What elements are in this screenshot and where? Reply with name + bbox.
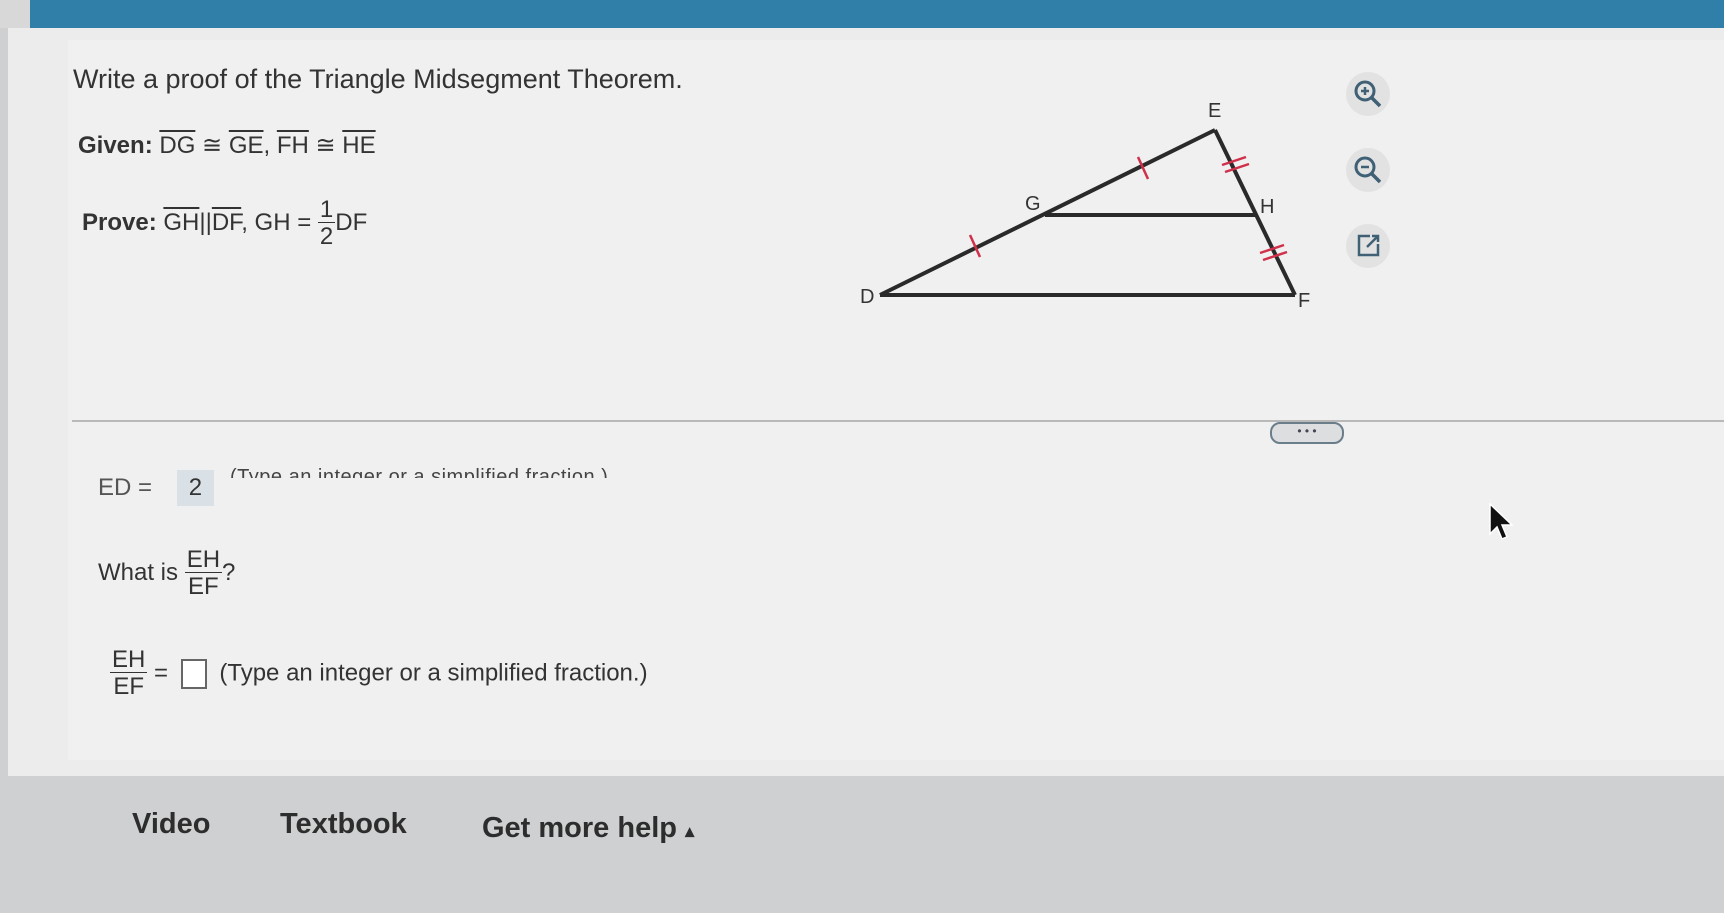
answer-row: EH EF = (Type an integer or a simplified… (110, 648, 648, 699)
segment-gh: GH (163, 208, 200, 236)
segment-ge: GE (228, 132, 264, 159)
expand-more-button[interactable]: • • • (1270, 422, 1344, 444)
segment-he: HE (342, 132, 376, 159)
problem-headline: Write a proof of the Triangle Midsegment… (73, 64, 683, 94)
vertex-label-g: G (1025, 193, 1041, 215)
prove-text-a: , GH = (241, 208, 312, 236)
half-fraction: 1 2 (317, 196, 336, 250)
segment-de (879, 128, 1216, 297)
fraction-numerator: 1 (319, 196, 334, 223)
segment-dg: DG (159, 132, 196, 159)
vertex-label-h: H (1260, 196, 1274, 218)
given-separator: , (263, 132, 271, 159)
top-banner (30, 0, 1724, 28)
given-label: Given: (78, 132, 153, 159)
given-statement: Given: DG ≅ GE, FH ≅ HE (78, 131, 376, 160)
answer-equals: = (154, 659, 169, 687)
segment-ef (1213, 129, 1297, 296)
congruent-symbol: ≅ (202, 132, 223, 159)
previous-answer-row: ED = 2 (98, 470, 215, 506)
vertex-label-e: E (1208, 100, 1221, 122)
parallel-symbol: || (199, 208, 212, 236)
double-tick-upper-right-1 (1221, 155, 1247, 167)
prove-label: Prove: (82, 208, 157, 236)
vertex-label-d: D (860, 286, 874, 308)
get-more-help-label: Get more help (482, 812, 677, 844)
zoom-out-icon (1354, 156, 1382, 184)
zoom-in-icon (1354, 80, 1382, 108)
zoom-in-button[interactable] (1346, 72, 1390, 116)
answer-numerator: EH (112, 646, 146, 673)
section-divider (72, 420, 1724, 422)
answer-hint: (Type an integer or a simplified fractio… (219, 659, 648, 687)
question-fraction: EH EF (184, 546, 223, 599)
question-numerator: EH (186, 546, 221, 573)
previous-prefix: ED (98, 474, 132, 501)
congruent-symbol: ≅ (315, 132, 336, 159)
segment-fh: FH (276, 132, 309, 159)
mouse-cursor-icon (1489, 502, 1514, 540)
vertex-label-f: F (1298, 290, 1310, 312)
popout-button[interactable] (1346, 224, 1390, 268)
previous-answer-value: 2 (176, 470, 215, 506)
previous-equals: = (138, 474, 153, 501)
prove-statement: Prove: GH||DF, GH = 1 2 DF (82, 198, 367, 249)
answer-input[interactable] (180, 658, 207, 689)
top-edge (0, 0, 30, 28)
question-text: What is EH EF ? (98, 548, 235, 599)
segment-df: DF (211, 208, 242, 236)
get-more-help-button[interactable]: Get more help ▴ (482, 812, 694, 845)
video-button[interactable]: Video (132, 808, 210, 841)
question-denominator: EF (184, 572, 223, 599)
answer-fraction: EH EF (110, 646, 148, 699)
question-prefix: What is (98, 558, 179, 586)
answer-denominator: EF (110, 672, 148, 699)
triangle-figure: E G H D F (860, 100, 1310, 312)
fraction-denominator: 2 (317, 222, 336, 250)
popout-icon (1357, 234, 1380, 257)
textbook-button[interactable]: Textbook (280, 808, 407, 841)
caret-up-icon: ▴ (685, 821, 695, 841)
prove-text-b: DF (335, 208, 368, 236)
question-suffix: ? (222, 558, 236, 586)
zoom-out-button[interactable] (1346, 148, 1390, 192)
previous-hint-text: (Type an integer or a simplified fractio… (230, 466, 609, 478)
